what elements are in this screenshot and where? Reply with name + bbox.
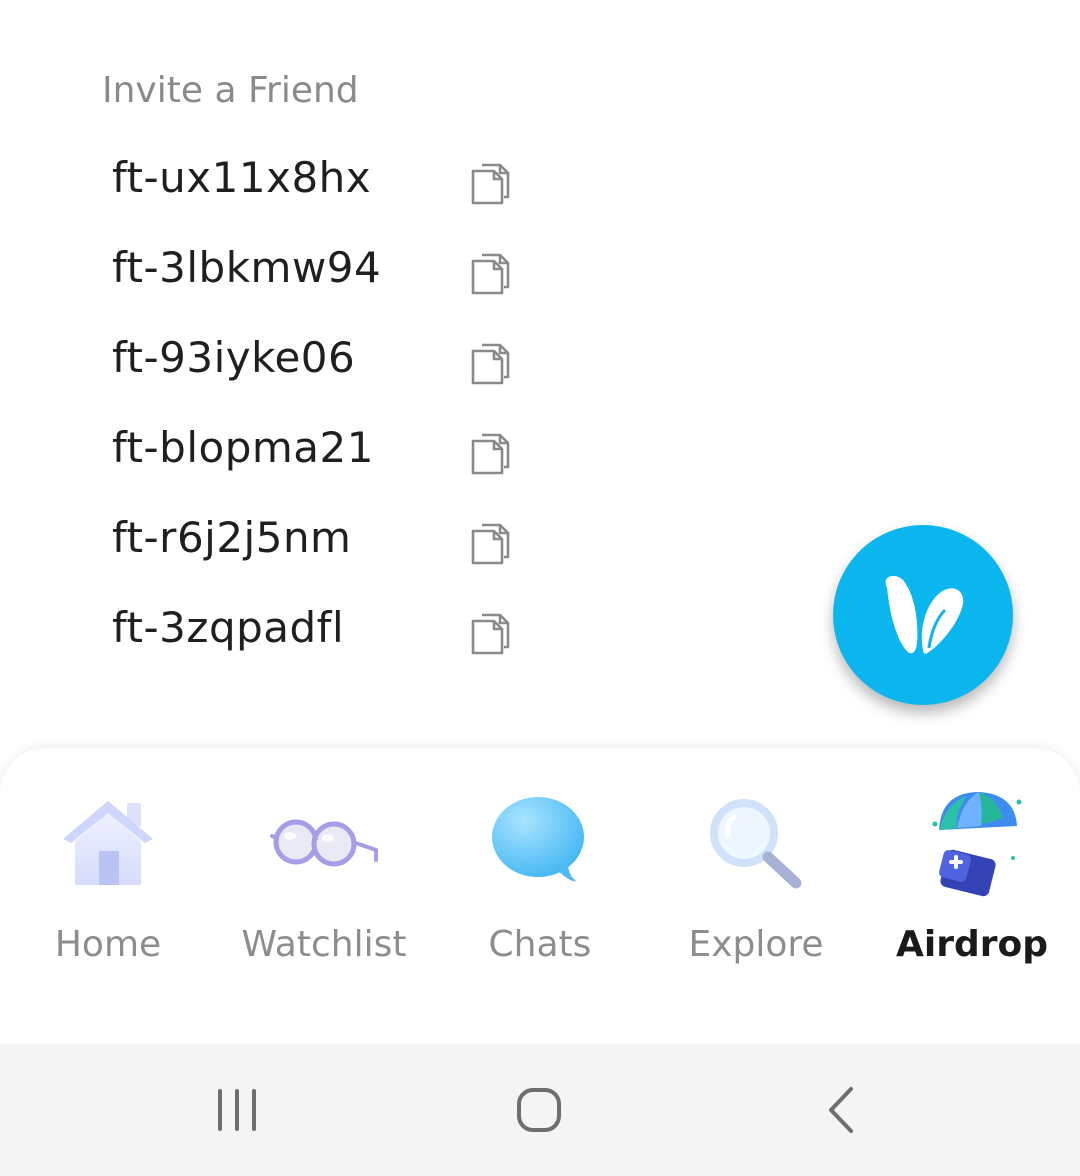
- copy-icon[interactable]: [466, 519, 514, 569]
- recent-apps-icon[interactable]: [202, 1080, 272, 1140]
- bunny-ears-logo-icon: [885, 575, 964, 654]
- invite-code-row: ft-ux11x8hx: [0, 135, 700, 225]
- tab-explore[interactable]: Explore: [648, 748, 864, 1044]
- tab-chats[interactable]: Chats: [432, 748, 648, 1044]
- house-icon: [48, 788, 168, 898]
- invite-code: ft-ux11x8hx: [112, 153, 372, 202]
- tab-label: Home: [54, 924, 162, 965]
- tab-label: Airdrop: [896, 924, 1048, 965]
- invite-code: ft-3lbkmw94: [112, 243, 382, 292]
- invite-code: ft-r6j2j5nm: [112, 513, 352, 562]
- copy-icon[interactable]: [466, 609, 514, 659]
- copy-icon[interactable]: [466, 339, 514, 389]
- tab-label: Watchlist: [241, 924, 407, 965]
- glasses-icon: [264, 788, 384, 898]
- invite-code-row: ft-3lbkmw94: [0, 225, 700, 315]
- bottom-tab-bar: Home Watchlist Chats Explore Airdrop: [0, 748, 1080, 1044]
- invite-code: ft-3zqpadfl: [112, 603, 345, 652]
- chat-bubble-icon: [480, 788, 600, 898]
- invite-code-row: ft-93iyke06: [0, 315, 700, 405]
- magnifier-icon: [696, 788, 816, 898]
- tab-airdrop[interactable]: Airdrop: [864, 748, 1080, 1044]
- back-chevron-icon[interactable]: [806, 1080, 876, 1140]
- copy-icon[interactable]: [466, 249, 514, 299]
- tab-label: Chats: [488, 924, 592, 965]
- parachute-gift-icon: [912, 788, 1032, 898]
- invite-code: ft-blopma21: [112, 423, 374, 472]
- invite-section-title: Invite a Friend: [102, 70, 359, 111]
- copy-icon[interactable]: [466, 429, 514, 479]
- system-navigation-bar: [0, 1044, 1080, 1176]
- invite-code: ft-93iyke06: [112, 333, 356, 382]
- floating-action-button[interactable]: [833, 525, 1013, 705]
- invite-code-row: ft-3zqpadfl: [0, 585, 700, 675]
- home-circle-icon[interactable]: [504, 1080, 574, 1140]
- copy-icon[interactable]: [466, 159, 514, 209]
- invite-code-row: ft-blopma21: [0, 405, 700, 495]
- tab-home[interactable]: Home: [0, 748, 216, 1044]
- tab-label: Explore: [688, 924, 824, 965]
- tab-watchlist[interactable]: Watchlist: [216, 748, 432, 1044]
- invite-code-row: ft-r6j2j5nm: [0, 495, 700, 585]
